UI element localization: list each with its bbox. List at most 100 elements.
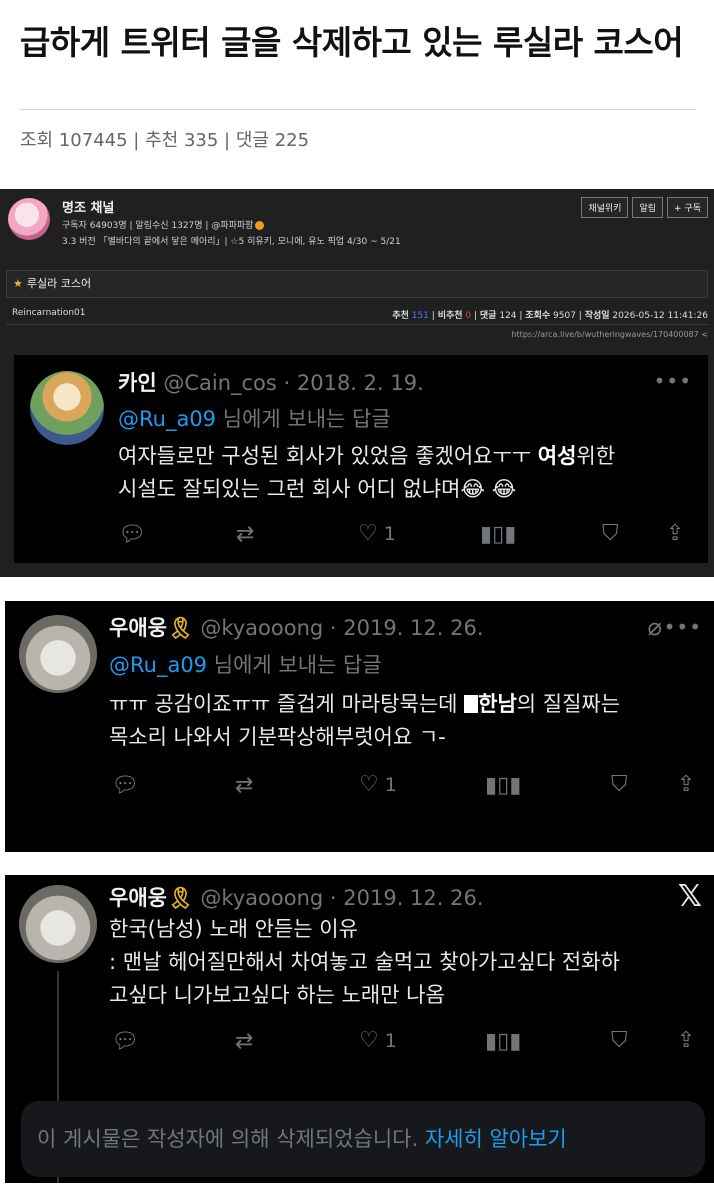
bookmark-icon[interactable]: ⛉ xyxy=(611,772,628,797)
post-unrecommend-count: 0 xyxy=(465,311,472,321)
tweet-handle[interactable]: @kyaooong · 2019. 12. 26. xyxy=(200,616,483,640)
reply-icon[interactable]: 💬︎ xyxy=(118,522,146,547)
post-divider xyxy=(6,324,708,325)
share-icon[interactable]: ⇪ xyxy=(677,1028,695,1053)
like-button[interactable]: ♡ 1 xyxy=(358,521,396,546)
censor-mask xyxy=(464,695,479,713)
like-icon: ♡ xyxy=(359,772,379,797)
tweet-handle[interactable]: @Cain_cos · 2018. 2. 19. xyxy=(163,371,423,395)
post-title: 루실라 코스어 xyxy=(26,277,92,290)
share-icon[interactable]: ⇪ xyxy=(677,772,695,797)
post-date: 2026-05-12 11:41:26 xyxy=(612,311,708,321)
post-views-label: 조회수 xyxy=(525,311,551,321)
retweet-icon[interactable]: ⇄ xyxy=(235,773,253,798)
learn-more-link[interactable]: 자세히 알아보기 xyxy=(425,1127,567,1151)
post-comments-count: 124 xyxy=(499,311,517,321)
recommend-count: 335 xyxy=(183,130,219,151)
reply-mention[interactable]: @Ru_a09 xyxy=(118,407,216,431)
tweet-line-3: 고싶다 니가보고싶다 하는 노래만 나옴 xyxy=(109,983,445,1007)
post-title-bar: ★ 루실라 코스어 xyxy=(6,270,708,298)
tweet-card[interactable]: 우애웅🎗︎ @kyaooong · 2019. 12. 26. ⌀ ••• @R… xyxy=(5,601,714,852)
avatar[interactable] xyxy=(19,885,97,963)
avatar[interactable] xyxy=(19,615,97,693)
verified-icon xyxy=(255,221,265,230)
reply-context: @Ru_a09 님에게 보내는 답글 xyxy=(109,649,382,679)
subscribe-button[interactable]: + 구독 xyxy=(667,197,708,218)
comments-count: 225 xyxy=(274,130,310,151)
post-info: Reincarnation01 추천 151 | 비추천 0 | 댓글 124 … xyxy=(12,308,708,322)
views-icon[interactable]: ▮▯▮ xyxy=(485,1029,521,1054)
views-label: 조회 xyxy=(20,130,54,151)
views-icon[interactable]: ▮▯▮ xyxy=(485,773,521,798)
like-count: 1 xyxy=(383,522,396,545)
reply-mention[interactable]: @Ru_a09 xyxy=(109,653,207,677)
tweet-author-name[interactable]: 우애웅 xyxy=(109,886,167,910)
channel-name[interactable]: 명조 채널 xyxy=(62,197,114,216)
notification-button[interactable]: 알림 xyxy=(632,197,664,218)
like-count: 1 xyxy=(384,773,397,796)
reply-text: 님에게 보내는 답글 xyxy=(222,407,391,431)
channel-buttons: 채널위키 알림 + 구독 xyxy=(581,197,708,218)
tweet-line-1-b: 의 질질짜는 xyxy=(516,692,621,716)
channel-notice[interactable]: 3.3 버전 「별바다의 끝에서 닿은 메아리」| ☆5 히유키, 모니에, 유… xyxy=(62,234,401,247)
retweet-icon[interactable]: ⇄ xyxy=(236,522,254,547)
article-meta: 조회 107445 | 추천 335 | 댓글 225 xyxy=(20,130,310,151)
like-button[interactable]: ♡ 1 xyxy=(359,1028,397,1053)
tweet-text: 한국(남성) 노래 안듣는 이유 : 맨날 헤어질만해서 차여놓고 술먹고 찾아… xyxy=(109,913,620,1012)
tweet-text: 여자들로만 구성된 회사가 있었음 좋겠어요ㅜㅜ 여성위한 시설도 잘되있는 그… xyxy=(118,440,615,506)
comments-label: 댓글 xyxy=(235,130,269,151)
tweet-header: 카인 @Cain_cos · 2018. 2. 19. xyxy=(118,370,424,396)
channel-avatar[interactable] xyxy=(8,198,50,240)
tweet-line-1-a: 여자들로만 구성된 회사가 있었음 좋겠어요ㅜㅜ xyxy=(118,444,538,468)
reply-icon[interactable]: 💬︎ xyxy=(111,773,139,798)
post-recommend-count: 151 xyxy=(411,311,429,321)
tweet-card[interactable]: 우애웅🎗︎ @kyaooong · 2019. 12. 26. 𝕏 한국(남성)… xyxy=(5,875,714,1183)
ribbon-icon: 🎗︎ xyxy=(166,886,194,910)
avatar[interactable] xyxy=(30,371,104,445)
bookmark-icon[interactable]: ⛉ xyxy=(611,1028,628,1053)
tweet-handle[interactable]: @kyaooong · 2019. 12. 26. xyxy=(200,886,483,910)
title-divider xyxy=(20,109,696,110)
channel-owner[interactable]: @파파파팜 xyxy=(211,221,253,231)
more-icon[interactable]: ••• xyxy=(664,615,702,639)
like-icon: ♡ xyxy=(359,1028,379,1053)
post-recommend-label: 추천 xyxy=(392,311,409,321)
views-icon[interactable]: ▮▯▮ xyxy=(480,522,516,547)
post-views-count: 9507 xyxy=(553,311,576,321)
post-stats: 추천 151 | 비추천 0 | 댓글 124 | 조회수 9507 | 작성일… xyxy=(392,311,708,321)
tweet-card[interactable]: 카인 @Cain_cos · 2018. 2. 19. ••• @Ru_a09 … xyxy=(14,355,708,563)
tweet-line-1: 여자들로만 구성된 회사가 있었음 좋겠어요ㅜㅜ 여성위한 xyxy=(118,440,615,473)
x-logo-icon[interactable]: 𝕏 xyxy=(678,879,702,914)
tweet-line-2: 시설도 잘되있는 그런 회사 어디 없냐며😂 😂 xyxy=(118,477,517,501)
post-author[interactable]: Reincarnation01 xyxy=(12,308,86,318)
views-count: 107445 xyxy=(58,130,128,151)
post-date-label: 작성일 xyxy=(584,311,610,321)
like-icon: ♡ xyxy=(358,521,378,546)
post-comments-label: 댓글 xyxy=(479,311,497,321)
tweet-author-name[interactable]: 카인 xyxy=(118,371,157,395)
tweet-line-1-bold: 한남 xyxy=(478,692,517,716)
tweet-header: 우애웅🎗︎ @kyaooong · 2019. 12. 26. xyxy=(109,885,484,911)
share-icon[interactable]: ⇪ xyxy=(666,521,684,546)
article-title: 급하게 트위터 글을 삭제하고 있는 루실라 코스어 xyxy=(20,23,684,62)
tweet-line-1-a: ㅠㅠ 공감이죠ㅠㅠ 즐겁게 마라탕묵는데 xyxy=(109,692,465,716)
like-count: 1 xyxy=(384,1029,397,1052)
tweet-line-2: 목소리 나와서 기분팍상해부럿어요 ㄱ- xyxy=(109,725,446,749)
channel-wiki-button[interactable]: 채널위키 xyxy=(581,197,629,218)
bookmark-icon[interactable]: ⛉ xyxy=(602,521,619,546)
ribbon-icon: 🎗︎ xyxy=(166,616,194,640)
retweet-icon[interactable]: ⇄ xyxy=(235,1029,253,1054)
deleted-notice: 이 게시물은 작성자에 의해 삭제되었습니다. 자세히 알아보기 xyxy=(21,1101,705,1177)
tweet-text: ㅠㅠ 공감이죠ㅠㅠ 즐겁게 마라탕묵는데 한남의 질질짜는 목소리 나와서 기분… xyxy=(109,688,620,754)
channel-subscribers: 구독자 64903명 xyxy=(62,221,127,231)
reply-icon[interactable]: 💬︎ xyxy=(111,1029,139,1054)
tweet-author-name[interactable]: 우애웅 xyxy=(109,616,167,640)
mute-icon[interactable]: ⌀ xyxy=(648,613,662,641)
more-icon[interactable]: ••• xyxy=(654,369,692,393)
channel-notifications: 알림수신 1327명 xyxy=(135,221,203,231)
deleted-notice-text: 이 게시물은 작성자에 의해 삭제되었습니다. xyxy=(37,1127,419,1151)
like-button[interactable]: ♡ 1 xyxy=(359,772,397,797)
post-url[interactable]: https://arca.live/b/wutheringwaves/17040… xyxy=(511,330,708,339)
post-url-text: https://arca.live/b/wutheringwaves/17040… xyxy=(511,330,699,339)
post-unrecommend-label: 비추천 xyxy=(437,311,463,321)
